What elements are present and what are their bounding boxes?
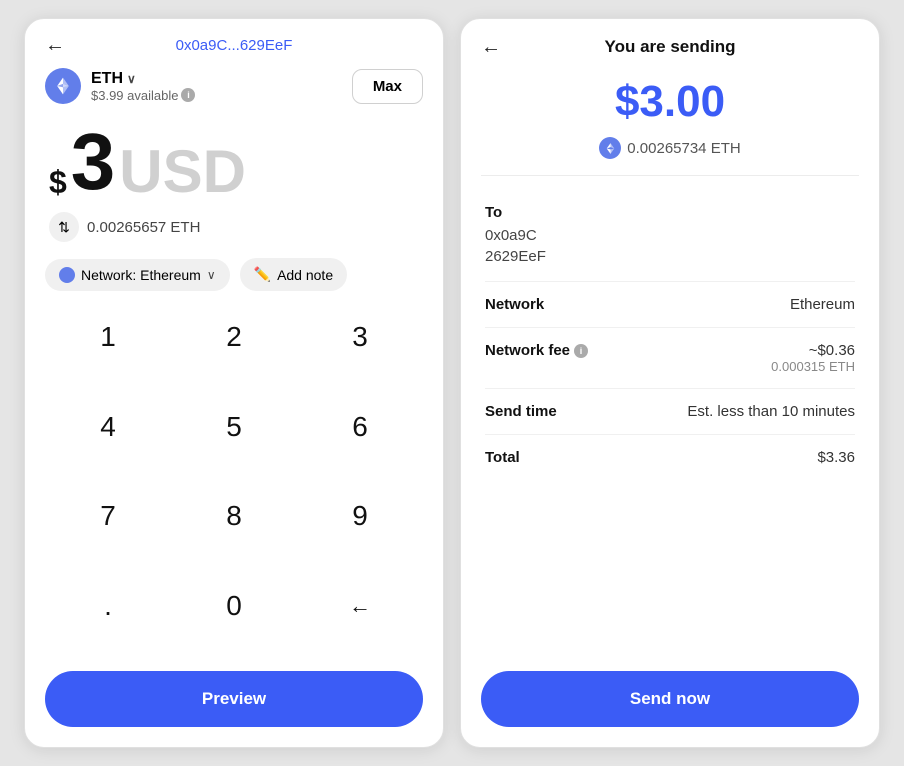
fee-row: Network fee i ~$0.36 0.000315 ETH	[485, 328, 855, 389]
amount-currency: USD	[119, 142, 246, 202]
keypad: 1 2 3 4 5 6 7 8 9 . 0 ←	[25, 303, 443, 661]
eth-icon	[45, 68, 81, 104]
key-0[interactable]: 0	[171, 572, 297, 640]
fee-value-wrap: ~$0.36 0.000315 ETH	[771, 342, 855, 374]
send-now-button[interactable]: Send now	[481, 671, 859, 727]
key-9[interactable]: 9	[297, 482, 423, 550]
max-button[interactable]: Max	[352, 69, 423, 104]
sending-eth-text: 0.00265734 ETH	[627, 140, 740, 157]
send-time-label: Send time	[485, 403, 557, 420]
token-info: ETH ∨ $3.99 available i	[45, 68, 195, 104]
total-label: Total	[485, 449, 520, 466]
to-row: To 0x0a9C 2629EeF	[485, 190, 855, 282]
fee-eth: 0.000315 ETH	[771, 359, 855, 374]
right-back-button[interactable]: ←	[481, 36, 501, 59]
add-note-button[interactable]: ✏️ Add note	[240, 258, 348, 291]
token-name-wrap: ETH ∨ $3.99 available i	[91, 70, 195, 103]
network-eth-icon	[59, 267, 75, 283]
token-row: ETH ∨ $3.99 available i Max	[25, 64, 443, 112]
right-panel: ← You are sending $3.00 0.00265734 ETH T…	[460, 18, 880, 748]
network-button[interactable]: Network: Ethereum ∨	[45, 259, 230, 291]
token-available: $3.99 available i	[91, 88, 195, 103]
dollar-sign: $	[49, 166, 67, 198]
key-5[interactable]: 5	[171, 393, 297, 461]
to-address-line2: 2629EeF	[485, 246, 855, 267]
fee-info-icon[interactable]: i	[574, 344, 588, 358]
left-header: ← 0x0a9C...629EeF	[25, 19, 443, 64]
amount-display: $ 3 USD	[25, 112, 443, 204]
sending-amount: $3.00	[461, 67, 879, 133]
key-4[interactable]: 4	[45, 393, 171, 461]
to-label: To	[485, 204, 855, 221]
details-section: To 0x0a9C 2629EeF Network Ethereum Netwo…	[461, 186, 879, 661]
key-7[interactable]: 7	[45, 482, 171, 550]
eth-small-icon	[599, 137, 621, 159]
eth-equiv-row: ⇅ 0.00265657 ETH	[25, 204, 443, 254]
send-time-row: Send time Est. less than 10 minutes	[485, 389, 855, 435]
token-name[interactable]: ETH ∨	[91, 70, 195, 88]
key-dot[interactable]: .	[45, 572, 171, 640]
token-chevron-icon: ∨	[127, 72, 136, 86]
key-2[interactable]: 2	[171, 303, 297, 371]
info-icon[interactable]: i	[181, 88, 195, 102]
total-row: Total $3.36	[485, 435, 855, 480]
right-title: You are sending	[605, 37, 736, 57]
app-container: ← 0x0a9C...629EeF ETH	[0, 0, 904, 766]
fee-value: ~$0.36	[771, 342, 855, 359]
send-time-value: Est. less than 10 minutes	[687, 403, 855, 420]
key-3[interactable]: 3	[297, 303, 423, 371]
right-header: ← You are sending	[461, 19, 879, 67]
key-8[interactable]: 8	[171, 482, 297, 550]
network-label: Network: Ethereum	[81, 267, 201, 283]
pencil-icon: ✏️	[254, 266, 271, 283]
network-detail-value: Ethereum	[790, 296, 855, 313]
network-detail-label: Network	[485, 296, 544, 313]
key-backspace[interactable]: ←	[297, 572, 423, 640]
network-row: Network Ethereum	[485, 282, 855, 328]
to-address-line1: 0x0a9C	[485, 225, 855, 246]
fee-label: Network fee i	[485, 342, 588, 359]
amount-number: 3	[71, 122, 116, 202]
network-chevron-icon: ∨	[207, 268, 216, 282]
note-label: Add note	[277, 267, 333, 283]
eth-equiv-text: 0.00265657 ETH	[87, 219, 200, 236]
wallet-address: 0x0a9C...629EeF	[176, 37, 293, 54]
left-back-button[interactable]: ←	[45, 34, 65, 57]
swap-icon[interactable]: ⇅	[49, 212, 79, 242]
preview-button[interactable]: Preview	[45, 671, 423, 727]
sending-usd: $3.00	[481, 77, 859, 127]
key-6[interactable]: 6	[297, 393, 423, 461]
divider	[481, 175, 859, 176]
total-value: $3.36	[817, 449, 855, 466]
key-1[interactable]: 1	[45, 303, 171, 371]
to-address: 0x0a9C 2629EeF	[485, 225, 855, 267]
options-row: Network: Ethereum ∨ ✏️ Add note	[25, 254, 443, 303]
sending-eth-row: 0.00265734 ETH	[461, 133, 879, 175]
left-panel: ← 0x0a9C...629EeF ETH	[24, 18, 444, 748]
